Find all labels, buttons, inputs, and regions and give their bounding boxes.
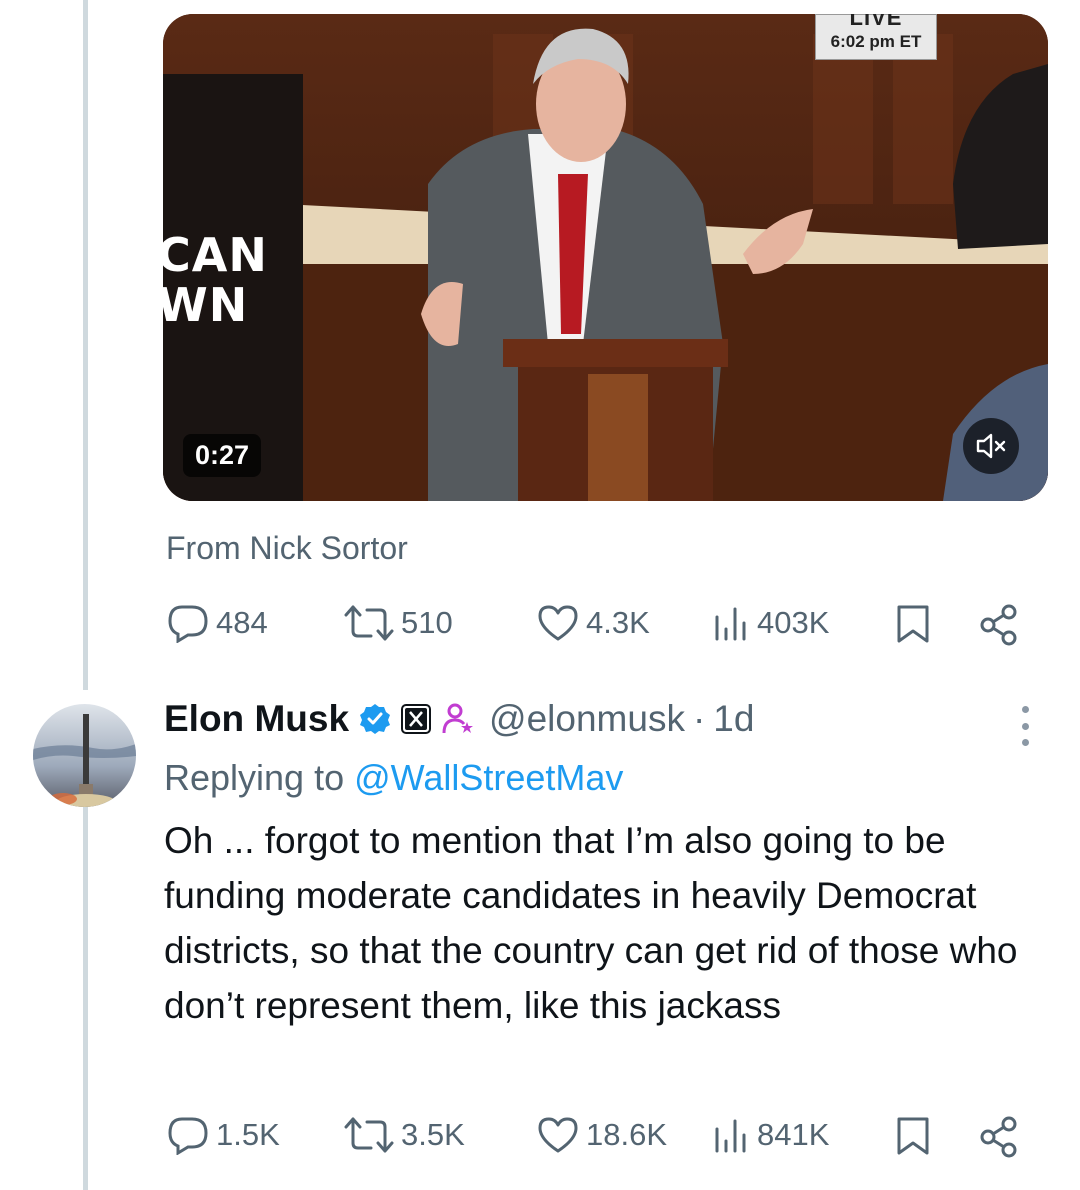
- views-count: 403K: [757, 605, 830, 640]
- more-options-button[interactable]: [1014, 706, 1036, 746]
- sign-text-line2: WN: [163, 278, 249, 332]
- quoted-action-bar: 484 510 4.3K 403K: [166, 603, 1036, 647]
- repost-count: 3.5K: [401, 1117, 465, 1152]
- live-time: 6:02 pm ET: [830, 32, 922, 51]
- reply-count: 484: [216, 605, 268, 640]
- share-icon: [980, 1116, 1017, 1158]
- like-count: 18.6K: [586, 1117, 668, 1152]
- thread-line-top: [83, 0, 88, 690]
- like-count: 4.3K: [586, 605, 650, 640]
- verified-badge[interactable]: [359, 703, 391, 735]
- post-text: Oh ... forgot to mention that I’m also g…: [164, 820, 1018, 1026]
- avatar-image: [33, 704, 136, 807]
- views-icon: [715, 1119, 746, 1153]
- views-button[interactable]: 841K: [711, 1115, 829, 1155]
- verified-icon: [360, 704, 391, 734]
- reply-header: Elon Musk @elonmusk · 1d: [164, 698, 754, 740]
- user-handle[interactable]: @elonmusk: [489, 698, 685, 740]
- repost-icon: [344, 1117, 394, 1153]
- sign-text-line1: CAN: [163, 228, 268, 282]
- video-frame: [163, 14, 1048, 501]
- bookmark-icon: [897, 1117, 929, 1155]
- like-button[interactable]: 4.3K: [536, 603, 650, 643]
- repost-button[interactable]: 3.5K: [343, 1115, 465, 1155]
- reply-icon: [168, 1117, 208, 1155]
- bookmark-button[interactable]: [893, 1115, 933, 1157]
- views-button[interactable]: 403K: [711, 603, 829, 643]
- video-source-label[interactable]: From Nick Sortor: [166, 530, 408, 567]
- post-time[interactable]: 1d: [713, 698, 754, 740]
- reply-action-bar: 1.5K 3.5K 18.6K 841K: [166, 1115, 1036, 1159]
- replying-to-line: Replying to @WallStreetMav: [164, 757, 623, 799]
- reply-count: 1.5K: [216, 1117, 280, 1152]
- more-icon-dot-1: [1021, 706, 1029, 713]
- video-player[interactable]: LIVE 6:02 pm ET CAN WN 0:27: [163, 14, 1048, 501]
- person-icon: [442, 703, 474, 734]
- live-badge: LIVE 6:02 pm ET: [815, 14, 937, 60]
- views-count: 841K: [757, 1117, 830, 1152]
- like-icon: [538, 1117, 578, 1153]
- reply-button[interactable]: 484: [166, 603, 268, 643]
- repost-icon: [344, 605, 394, 641]
- repost-button[interactable]: 510: [343, 603, 453, 643]
- mute-icon: [976, 433, 1006, 459]
- like-icon: [538, 605, 578, 641]
- video-duration: 0:27: [183, 434, 262, 477]
- person-badge[interactable]: [441, 702, 475, 736]
- replying-to-link[interactable]: @WallStreetMav: [354, 757, 623, 798]
- bookmark-icon: [897, 605, 929, 643]
- background-sign-text: CAN WN: [163, 230, 268, 330]
- more-icon-dot-3: [1021, 739, 1029, 746]
- share-button[interactable]: [978, 1115, 1022, 1159]
- avatar[interactable]: [33, 704, 136, 807]
- live-label: LIVE: [849, 14, 903, 30]
- display-name[interactable]: Elon Musk: [164, 698, 349, 740]
- views-icon: [715, 607, 746, 641]
- affiliate-badge[interactable]: [401, 704, 432, 734]
- like-button[interactable]: 18.6K: [536, 1115, 667, 1155]
- share-icon: [980, 604, 1017, 646]
- bookmark-button[interactable]: [893, 603, 933, 645]
- repost-count: 510: [401, 605, 453, 640]
- replying-prefix: Replying to: [164, 757, 345, 798]
- x-affiliate-icon: [401, 704, 432, 734]
- mute-button[interactable]: [963, 418, 1019, 474]
- separator-dot: ·: [692, 698, 706, 739]
- reply-button[interactable]: 1.5K: [166, 1115, 280, 1155]
- reply-icon: [168, 605, 208, 643]
- share-button[interactable]: [978, 603, 1022, 647]
- more-icon-dot-2: [1021, 722, 1029, 730]
- thread-line-bottom: [83, 805, 88, 1190]
